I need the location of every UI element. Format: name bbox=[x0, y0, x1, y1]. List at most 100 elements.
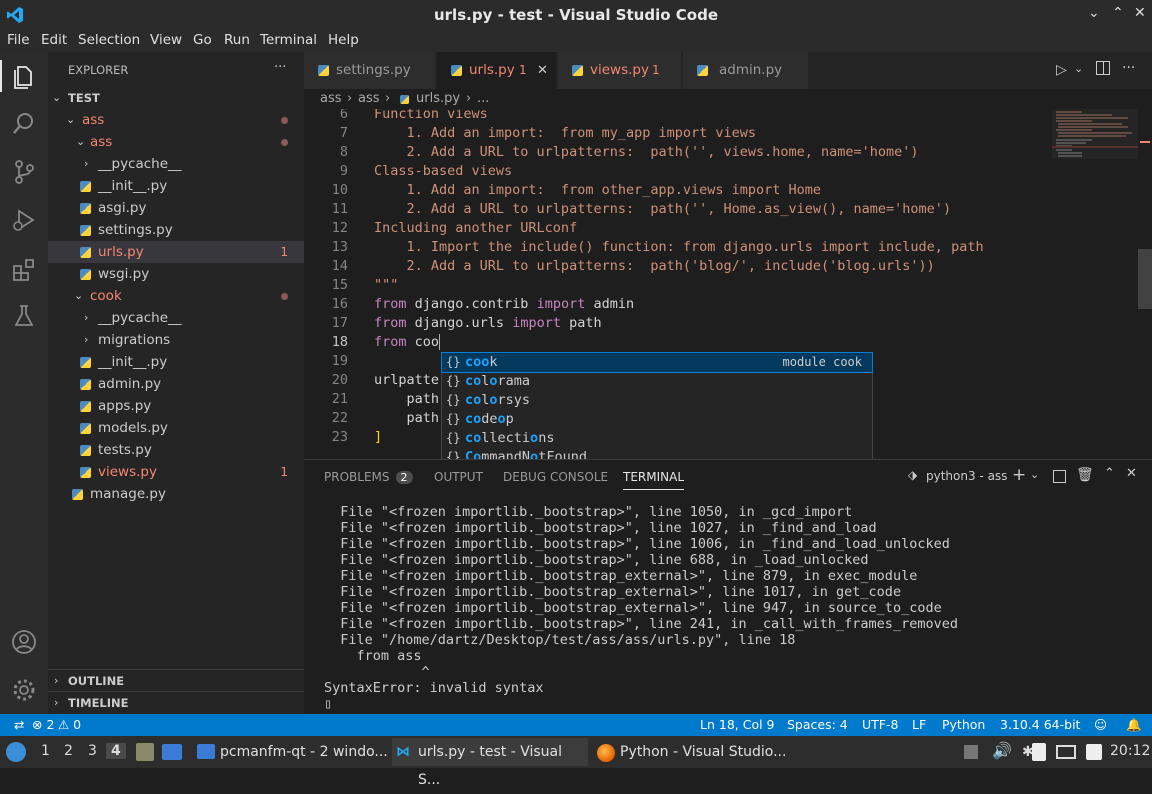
tree-file-views[interactable]: views.py 1 bbox=[48, 461, 304, 483]
warning-count-status[interactable]: ⚠ 0 bbox=[58, 717, 81, 732]
file-manager-icon[interactable] bbox=[136, 743, 154, 761]
suggestion-item[interactable]: {} codeop bbox=[442, 410, 872, 429]
tree-folder-cook[interactable]: ⌄ cook bbox=[48, 285, 304, 307]
tree-file-asgi[interactable]: asgi.py bbox=[48, 197, 304, 219]
menu-file[interactable]: File bbox=[7, 30, 30, 48]
tree-folder-ass[interactable]: ⌄ ass bbox=[48, 109, 304, 131]
more-actions-icon[interactable]: ··· bbox=[1122, 60, 1135, 76]
display-icon[interactable] bbox=[1056, 745, 1076, 759]
workspace-1[interactable]: 1 bbox=[41, 743, 50, 759]
tree-file-models[interactable]: models.py bbox=[48, 417, 304, 439]
run-debug-icon[interactable] bbox=[10, 206, 38, 234]
testing-icon[interactable] bbox=[10, 302, 38, 330]
search-icon[interactable] bbox=[10, 110, 38, 138]
workspace-root[interactable]: ⌄ TEST bbox=[48, 87, 304, 109]
breadcrumb-ass-inner[interactable]: ass bbox=[358, 91, 380, 106]
tree-folder-pycache[interactable]: › __pycache__ bbox=[48, 153, 304, 175]
menu-run[interactable]: Run bbox=[224, 30, 250, 48]
tree-file-settings[interactable]: settings.py bbox=[48, 219, 304, 241]
clipboard-icon[interactable] bbox=[1032, 743, 1046, 761]
volume-icon[interactable]: 🔊 bbox=[992, 741, 1012, 760]
feedback-icon[interactable]: ☺ bbox=[1094, 717, 1107, 732]
menu-selection[interactable]: Selection bbox=[78, 30, 140, 48]
tree-file-init-cook[interactable]: __init__.py bbox=[48, 351, 304, 373]
tab-settings[interactable]: settings.py bbox=[304, 52, 436, 89]
source-control-icon[interactable] bbox=[10, 158, 38, 186]
workspace-4[interactable]: 4 bbox=[106, 743, 126, 759]
end-of-line[interactable]: LF bbox=[912, 717, 926, 732]
panel-tab-problems[interactable]: PROBLEMS 2 bbox=[324, 470, 413, 484]
settings-gear-icon[interactable] bbox=[10, 676, 38, 704]
terminal-output[interactable]: File "<frozen importlib._bootstrap>", li… bbox=[324, 504, 958, 712]
encoding[interactable]: UTF-8 bbox=[862, 717, 898, 732]
chevron-down-icon[interactable]: ⌄ bbox=[1030, 468, 1039, 481]
suggestion-item[interactable]: {} colorama bbox=[442, 372, 872, 391]
workspace-3[interactable]: 3 bbox=[88, 743, 97, 759]
account-icon[interactable] bbox=[10, 628, 38, 656]
workspace-2[interactable]: 2 bbox=[64, 743, 73, 759]
tab-admin[interactable]: admin.py bbox=[683, 52, 809, 89]
maximize-panel-icon[interactable]: ⌃ bbox=[1104, 466, 1115, 481]
battery-icon[interactable] bbox=[1086, 744, 1102, 760]
close-window-button[interactable]: ✕ bbox=[1134, 5, 1146, 21]
breadcrumb-urls[interactable]: urls.py bbox=[416, 91, 460, 106]
menu-terminal[interactable]: Terminal bbox=[260, 30, 317, 48]
menu-go[interactable]: Go bbox=[193, 30, 212, 48]
task-firefox[interactable]: Python - Visual Studio... bbox=[594, 738, 790, 766]
tree-file-manage[interactable]: manage.py bbox=[48, 483, 304, 505]
tree-file-urls[interactable]: urls.py 1 bbox=[48, 241, 304, 263]
scrollbar-thumb[interactable] bbox=[1138, 249, 1152, 309]
run-file-icon[interactable]: ▷ bbox=[1056, 62, 1067, 78]
notifications-bell-icon[interactable]: 🔔 bbox=[1126, 717, 1142, 733]
breadcrumb-ass[interactable]: ass bbox=[320, 91, 342, 106]
tree-file-tests[interactable]: tests.py bbox=[48, 439, 304, 461]
explorer-more-button[interactable]: ··· bbox=[274, 60, 286, 75]
outline-section[interactable]: › OUTLINE bbox=[48, 669, 304, 691]
trash-icon[interactable]: 🗑 bbox=[1076, 467, 1094, 483]
minimize-button[interactable]: ⌄ bbox=[1088, 5, 1100, 21]
task-pcmanfm[interactable]: pcmanfm-qt - 2 windo... bbox=[194, 738, 388, 766]
extensions-icon[interactable] bbox=[10, 256, 38, 284]
indentation[interactable]: Spaces: 4 bbox=[787, 717, 848, 732]
menu-view[interactable]: View bbox=[150, 30, 182, 48]
suggestion-item[interactable]: {} colorsys bbox=[442, 391, 872, 410]
panel-tab-terminal[interactable]: TERMINAL bbox=[623, 470, 685, 490]
tab-views[interactable]: views.py 1 bbox=[558, 52, 682, 89]
cursor-position[interactable]: Ln 18, Col 9 bbox=[700, 717, 775, 732]
menu-edit[interactable]: Edit bbox=[41, 30, 67, 48]
editor-scrollbar[interactable] bbox=[1138, 109, 1152, 459]
tree-file-admin[interactable]: admin.py bbox=[48, 373, 304, 395]
tree-folder-ass-inner[interactable]: ⌄ ass bbox=[48, 131, 304, 153]
tree-folder-pycache-cook[interactable]: › __pycache__ bbox=[48, 307, 304, 329]
python-interpreter[interactable]: 3.10.4 64-bit bbox=[1000, 717, 1080, 732]
clock[interactable]: 20:12 bbox=[1110, 743, 1150, 759]
start-menu-icon[interactable] bbox=[6, 742, 26, 762]
panel-tab-output[interactable]: OUTPUT bbox=[434, 470, 483, 484]
show-desktop-icon[interactable] bbox=[162, 744, 182, 760]
tab-urls[interactable]: urls.py 1 ✕ bbox=[437, 52, 557, 89]
suggestion-item[interactable]: {} cook module cook bbox=[441, 352, 873, 373]
tree-file-wsgi[interactable]: wsgi.py bbox=[48, 263, 304, 285]
error-count-status[interactable]: ⊗ 2 bbox=[32, 717, 54, 732]
split-terminal-icon[interactable] bbox=[1053, 470, 1066, 483]
chevron-down-icon[interactable]: ⌄ bbox=[1074, 62, 1083, 75]
tree-file-init[interactable]: __init__.py bbox=[48, 175, 304, 197]
new-terminal-button[interactable]: + bbox=[1012, 465, 1026, 485]
remote-icon[interactable]: ⇄ bbox=[14, 717, 24, 732]
minimap[interactable] bbox=[1052, 109, 1138, 189]
panel-tab-debug-console[interactable]: DEBUG CONSOLE bbox=[503, 470, 608, 484]
close-icon[interactable]: ✕ bbox=[537, 52, 548, 89]
terminal-selector[interactable]: python3 - ass bbox=[926, 469, 1007, 483]
suggestion-item[interactable]: {} collections bbox=[442, 429, 872, 448]
breadcrumb-ellipsis[interactable]: ... bbox=[477, 91, 489, 106]
tree-file-apps[interactable]: apps.py bbox=[48, 395, 304, 417]
menu-help[interactable]: Help bbox=[328, 30, 359, 48]
timeline-section[interactable]: › TIMELINE bbox=[48, 691, 304, 713]
tree-folder-migrations[interactable]: › migrations bbox=[48, 329, 304, 351]
tray-icon[interactable] bbox=[964, 745, 978, 759]
maximize-button[interactable]: ⌃ bbox=[1112, 5, 1124, 21]
close-panel-icon[interactable]: ✕ bbox=[1126, 466, 1137, 481]
task-vscode[interactable]: ⋈ urls.py - test - Visual S... bbox=[392, 738, 588, 788]
language-mode[interactable]: Python bbox=[942, 717, 985, 732]
explorer-icon[interactable] bbox=[10, 62, 38, 90]
